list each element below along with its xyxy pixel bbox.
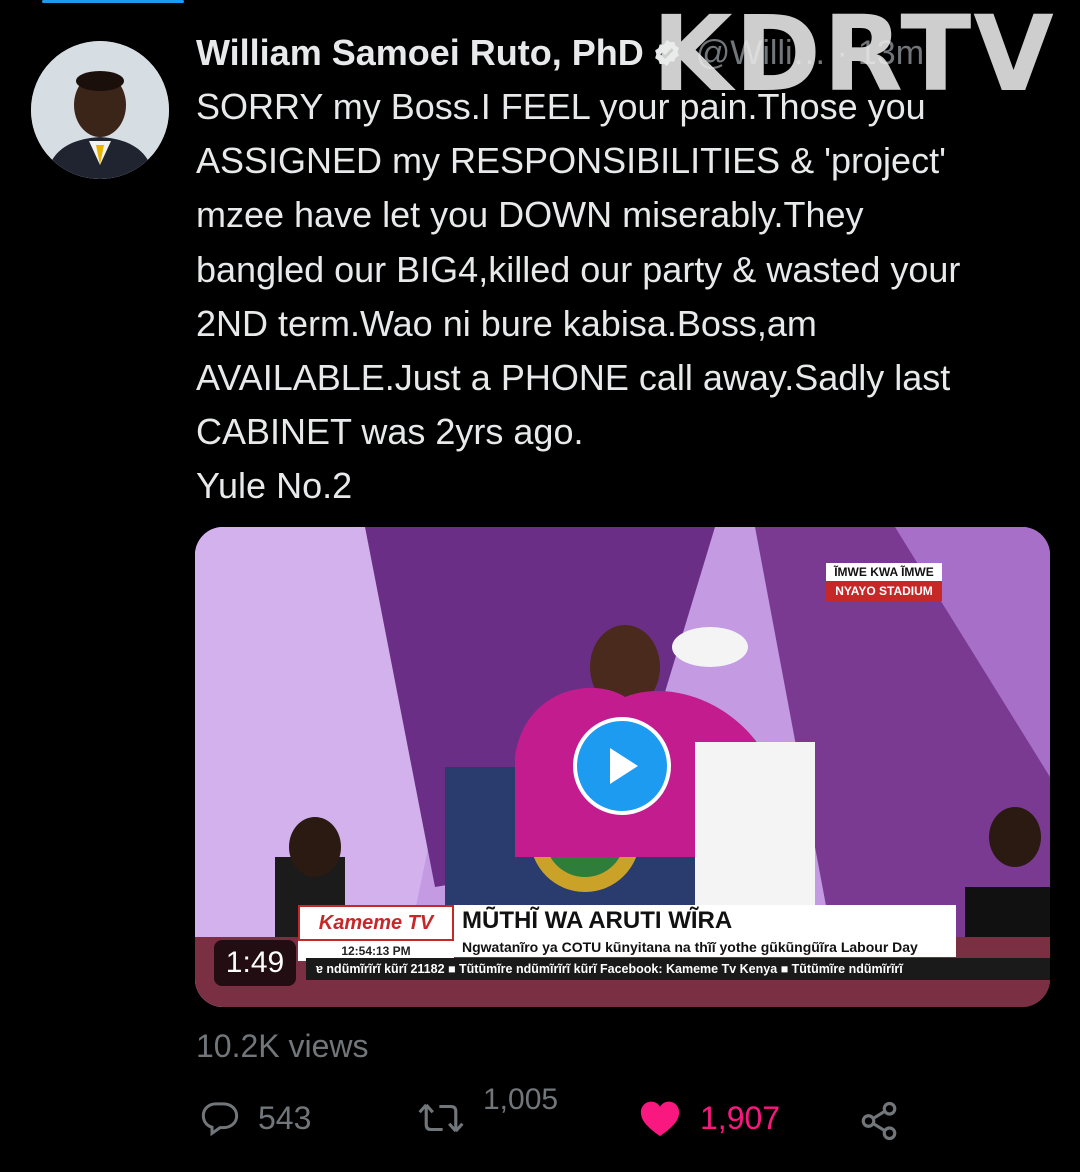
reply-icon: [201, 1102, 239, 1137]
avatar[interactable]: [31, 41, 169, 179]
retweet-button[interactable]: [418, 1098, 464, 1138]
reply-button[interactable]: 543: [200, 1098, 311, 1138]
play-icon: [610, 748, 638, 784]
video-duration: 1:49: [214, 940, 296, 986]
video-location-venue: NYAYO STADIUM: [826, 581, 942, 601]
like-icon: [640, 1101, 680, 1137]
retweet-icon: [418, 1103, 464, 1133]
reply-count: 543: [258, 1099, 312, 1136]
author-name[interactable]: William Samoei Ruto, PhD: [196, 32, 644, 74]
video-ticker: ɐ ndũmĩrĩrĩ kũrĩ 21182 ■ Tũtũmĩre ndũmĩr…: [306, 958, 1050, 980]
like-count: 1,907: [700, 1099, 781, 1136]
play-button[interactable]: [573, 717, 671, 815]
share-button[interactable]: [858, 1100, 900, 1142]
like-button[interactable]: 1,907: [638, 1098, 780, 1138]
top-indicator-bar: [42, 0, 184, 3]
video-headline: MŨTHĨ WA ARUTI WĨRA: [454, 905, 956, 937]
share-icon: [861, 1101, 897, 1141]
retweet-count: 1,005: [483, 1083, 559, 1116]
video-subheadline: Ngwatanĩro ya COTU kũnyitana na thĩĩ yot…: [454, 937, 956, 957]
view-count[interactable]: 10.2K views: [196, 1028, 369, 1065]
video-channel-logo: Kameme TV: [298, 905, 454, 941]
tweet-text: SORRY my Boss.I FEEL your pain.Those you…: [196, 86, 961, 507]
video-location-tag: ĨMWE KWA ĨMWE: [826, 563, 942, 581]
